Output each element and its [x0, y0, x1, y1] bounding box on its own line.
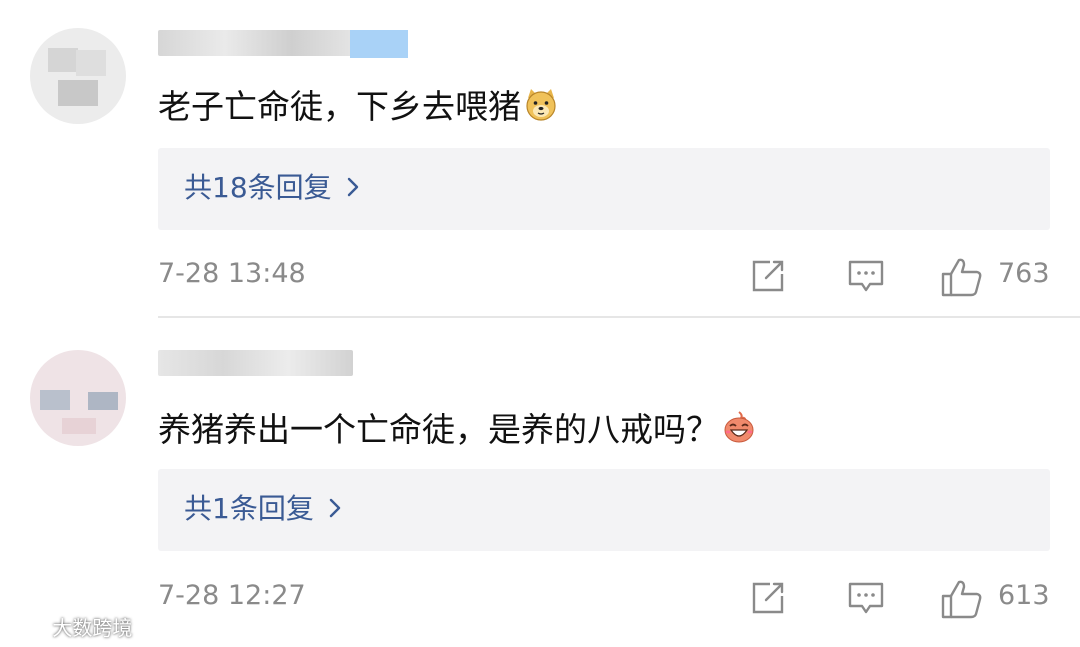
- timestamp: 7-28 13:48: [158, 258, 306, 289]
- laughing-emoji-icon: [721, 409, 757, 454]
- comment-icon[interactable]: [846, 578, 886, 622]
- avatar[interactable]: [30, 28, 126, 124]
- like-count: 763: [998, 258, 1050, 289]
- like-icon[interactable]: [940, 578, 984, 624]
- reply-summary[interactable]: 共18条回复: [158, 148, 1050, 230]
- comment-text: 养猪养出一个亡命徒，是养的八戒吗？: [158, 409, 757, 454]
- username-blurred[interactable]: [158, 30, 358, 56]
- comment-text: 老子亡命徒，下乡去喂猪: [158, 86, 559, 131]
- reply-summary[interactable]: 共1条回复: [158, 469, 1050, 551]
- chevron-right-icon: [328, 492, 342, 528]
- weibo-logo-icon: [8, 615, 52, 641]
- doge-emoji-icon: [523, 86, 559, 131]
- watermark-text: 大数跨境: [52, 616, 133, 640]
- comment-meta: 7-28 12:27 613: [0, 572, 1080, 622]
- reply-link[interactable]: 共18条回复: [184, 170, 360, 207]
- divider: [158, 316, 1080, 318]
- like-count: 613: [998, 580, 1050, 611]
- share-icon[interactable]: [748, 256, 788, 300]
- share-icon[interactable]: [748, 578, 788, 622]
- avatar[interactable]: [30, 350, 126, 446]
- reply-link[interactable]: 共1条回复: [184, 491, 342, 528]
- watermark: 大数跨境: [8, 612, 132, 642]
- timestamp: 7-28 12:27: [158, 580, 306, 611]
- badge-blurred: [350, 30, 408, 58]
- comment-meta: 7-28 13:48 763: [0, 250, 1080, 300]
- like-icon[interactable]: [940, 256, 984, 302]
- username-blurred[interactable]: [158, 350, 353, 376]
- comment-item: 老子亡命徒，下乡去喂猪 共18条回复 7-28 13:48 763: [0, 0, 1080, 318]
- comment-icon[interactable]: [846, 256, 886, 300]
- comment-item: 养猪养出一个亡命徒，是养的八戒吗？ 共1条回复 7-28 12:27 613: [0, 320, 1080, 645]
- chevron-right-icon: [346, 171, 360, 207]
